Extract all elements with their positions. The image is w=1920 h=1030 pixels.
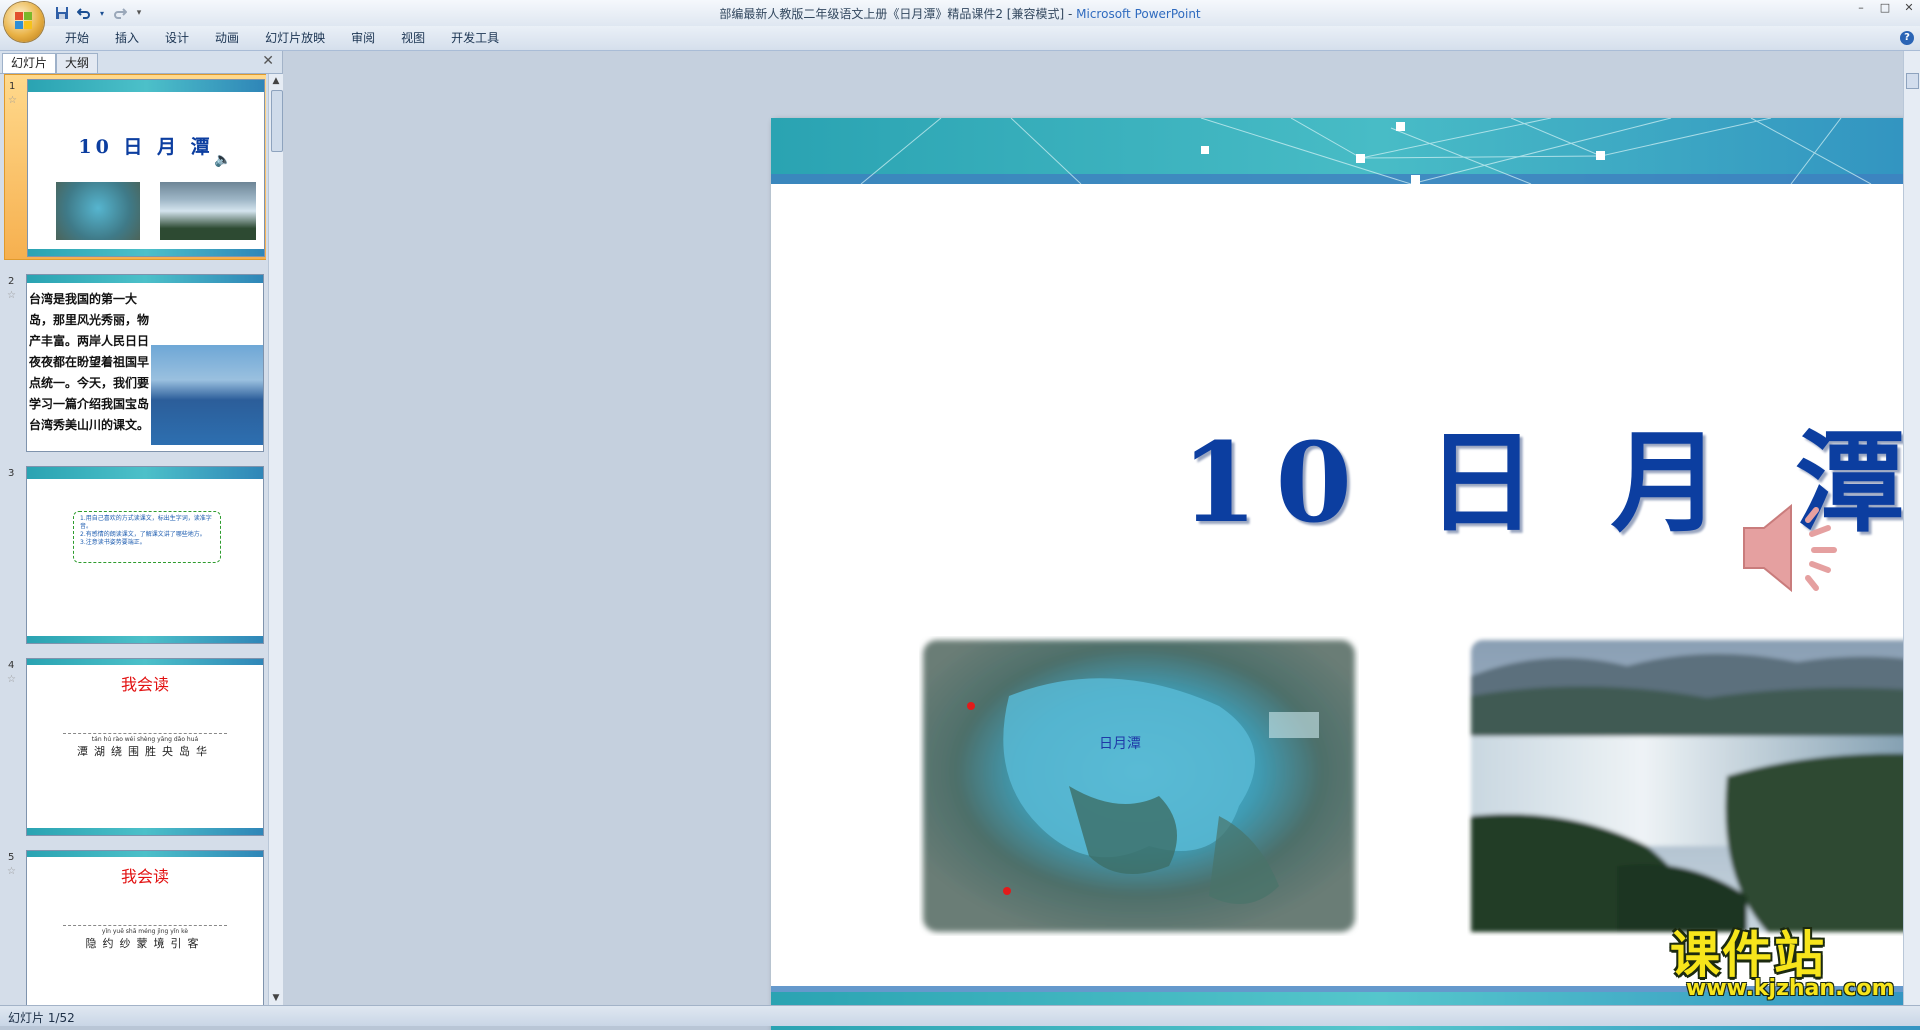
slide-number: 2 — [8, 276, 15, 287]
header-band — [27, 275, 263, 283]
animation-star-icon: ☆ — [7, 674, 16, 685]
thumbnail-list: 1 ☆ 10 日 月 潭 🔈 2 ☆ 台湾是我国的第一大岛，那里风光秀丽，物产丰… — [0, 74, 266, 1005]
save-icon[interactable] — [54, 5, 70, 21]
office-logo-icon — [15, 12, 33, 30]
tab-design[interactable]: 设计 — [152, 26, 202, 50]
speaker-icon: 🔈 — [214, 152, 232, 168]
character-line: 潭湖绕围胜央岛华 — [77, 745, 213, 758]
footer-band — [27, 828, 263, 835]
watermark-text: 课件站 — [1670, 926, 1826, 984]
thumbnail-preview: 台湾是我国的第一大岛，那里风光秀丽，物产丰富。两岸人民日日夜夜都在盼望着祖国早点… — [26, 274, 264, 452]
pinyin-line: yǐn yuē shā méng jìng yǐn kè — [63, 925, 227, 935]
slide-number: 1 — [9, 81, 16, 92]
animation-star-icon: ☆ — [7, 866, 16, 877]
task-line: 1.用自己喜欢的方式读课文，标出生字词，读准字音。 — [80, 515, 212, 530]
lake-photo — [151, 345, 263, 445]
thumbnail-heading: 我会读 — [120, 867, 169, 886]
minimize-button[interactable]: – — [1854, 2, 1868, 14]
slide-thumbnail-3[interactable]: 3 1.用自己喜欢的方式读课文，标出生字词，读准字音。 2.有感情的朗读课文，了… — [4, 462, 266, 646]
slide-scrollbar[interactable] — [1903, 51, 1920, 1005]
slide-count-status: 幻灯片 1/52 — [8, 1011, 75, 1025]
tab-slides[interactable]: 幻灯片 — [2, 53, 57, 73]
footer-band — [28, 249, 264, 256]
header-band — [771, 118, 1920, 184]
slides-pane: 幻灯片 大纲 ✕ 1 ☆ 10 日 月 潭 🔈 2 ☆ 台湾是我国的第一大岛，那… — [0, 51, 283, 1005]
customize-toolbar-icon[interactable]: ▾ — [134, 5, 144, 21]
help-icon[interactable]: ? — [1900, 31, 1914, 45]
watermark: 课件站 www.kjzhan.com — [1670, 928, 1906, 1002]
slide-number: 3 — [8, 468, 15, 479]
undo-icon[interactable] — [76, 5, 92, 21]
slide-number: 4 — [8, 660, 15, 671]
task-line: 2.有感情的朗读课文，了解课文讲了哪些地方。 — [80, 531, 206, 538]
current-slide[interactable]: 10 日 月 潭 日月潭 — [771, 118, 1920, 1030]
lake-photo — [160, 182, 256, 240]
thumbnail-preview: 我会读 tán hú rào wéi shèng yāng dǎo huá 潭湖… — [26, 658, 264, 836]
tab-view[interactable]: 视图 — [388, 26, 438, 50]
maximize-button[interactable]: □ — [1878, 2, 1892, 14]
quick-access-toolbar: ▾ ▾ — [54, 4, 144, 22]
header-band — [27, 467, 263, 479]
status-bar: 幻灯片 1/52 — [0, 1005, 1920, 1026]
thumbnail-preview: 我会读 yǐn yuē shā méng jìng yǐn kè 隐约纱蒙境引客 — [26, 850, 264, 1005]
map-photo[interactable]: 日月潭 — [919, 636, 1359, 936]
thumbnail-text: 台湾是我国的第一大岛，那里风光秀丽，物产丰富。两岸人民日日夜夜都在盼望着祖国早点… — [29, 292, 150, 432]
chevron-down-icon[interactable]: ▾ — [98, 5, 106, 21]
scroll-down-icon[interactable]: ▼ — [269, 991, 283, 1005]
close-icon[interactable]: ✕ — [262, 53, 274, 69]
map-label: 日月潭 — [1099, 735, 1141, 752]
tab-animations[interactable]: 动画 — [202, 26, 252, 50]
pane-tabs: 幻灯片 大纲 ✕ — [0, 51, 282, 74]
document-name: 部编最新人教版二年级语文上册《日月潭》精品课件2 [兼容模式] — [719, 7, 1065, 21]
watermark-url: www.kjzhan.com — [1686, 976, 1895, 1001]
animation-star-icon: ☆ — [7, 290, 16, 301]
task-line: 3.注意读书姿势要端正。 — [80, 539, 146, 546]
tab-developer[interactable]: 开发工具 — [438, 26, 512, 50]
lake-photo[interactable] — [1467, 636, 1920, 936]
window-controls: – □ ✕ — [1854, 2, 1916, 14]
title-separator: - — [1064, 7, 1077, 21]
scroll-up-icon[interactable]: ▲ — [269, 74, 283, 88]
tab-home[interactable]: 开始 — [52, 26, 102, 50]
close-button[interactable]: ✕ — [1902, 2, 1916, 14]
thumbnail-preview: 10 日 月 潭 🔈 — [27, 79, 265, 257]
title-bar: 部编最新人教版二年级语文上册《日月潭》精品课件2 [兼容模式] - Micros… — [0, 0, 1920, 26]
ribbon: 开始 插入 设计 动画 幻灯片放映 审阅 视图 开发工具 ? — [0, 26, 1920, 51]
animation-star-icon: ☆ — [8, 95, 17, 106]
map-photo — [56, 182, 140, 240]
thumbnail-preview: 1.用自己喜欢的方式读课文，标出生字词，读准字音。 2.有感情的朗读课文，了解课… — [26, 466, 264, 644]
header-band — [27, 851, 263, 857]
footer-band — [27, 636, 263, 643]
tab-review[interactable]: 审阅 — [338, 26, 388, 50]
slide-thumbnail-2[interactable]: 2 ☆ 台湾是我国的第一大岛，那里风光秀丽，物产丰富。两岸人民日日夜夜都在盼望着… — [4, 270, 266, 454]
header-band — [27, 659, 263, 665]
tab-insert[interactable]: 插入 — [102, 26, 152, 50]
slide-thumbnail-5[interactable]: 5 ☆ 我会读 yǐn yuē shā méng jìng yǐn kè 隐约纱… — [4, 846, 266, 1005]
office-button[interactable] — [4, 2, 44, 42]
redo-icon[interactable] — [112, 5, 128, 21]
header-band — [28, 80, 264, 92]
task-box: 1.用自己喜欢的方式读课文，标出生字词，读准字音。 2.有感情的朗读课文，了解课… — [73, 511, 221, 563]
window-title: 部编最新人教版二年级语文上册《日月潭》精品课件2 [兼容模式] - Micros… — [0, 5, 1920, 22]
thumbnail-scrollbar[interactable]: ▲ ▼ — [268, 74, 283, 1005]
thumbnail-heading: 我会读 — [120, 675, 169, 694]
pinyin-line: tán hú rào wéi shèng yāng dǎo huá — [63, 733, 227, 743]
slide-editing-area: 10 日 月 潭 日月潭 — [283, 51, 1920, 1030]
ribbon-tabs: 开始 插入 设计 动画 幻灯片放映 审阅 视图 开发工具 — [52, 26, 512, 50]
scrollbar-thumb[interactable] — [271, 90, 283, 152]
speaker-icon[interactable] — [1736, 498, 1846, 598]
slide-thumbnail-1[interactable]: 1 ☆ 10 日 月 潭 🔈 — [4, 74, 266, 260]
scrollbar-thumb[interactable] — [1906, 73, 1919, 89]
app-name: Microsoft PowerPoint — [1076, 7, 1201, 21]
character-line: 隐约纱蒙境引客 — [85, 937, 205, 950]
tab-outline[interactable]: 大纲 — [56, 53, 99, 73]
slide-thumbnail-4[interactable]: 4 ☆ 我会读 tán hú rào wéi shèng yāng dǎo hu… — [4, 654, 266, 838]
slide-number: 5 — [8, 852, 15, 863]
tab-slide-show[interactable]: 幻灯片放映 — [252, 26, 338, 50]
